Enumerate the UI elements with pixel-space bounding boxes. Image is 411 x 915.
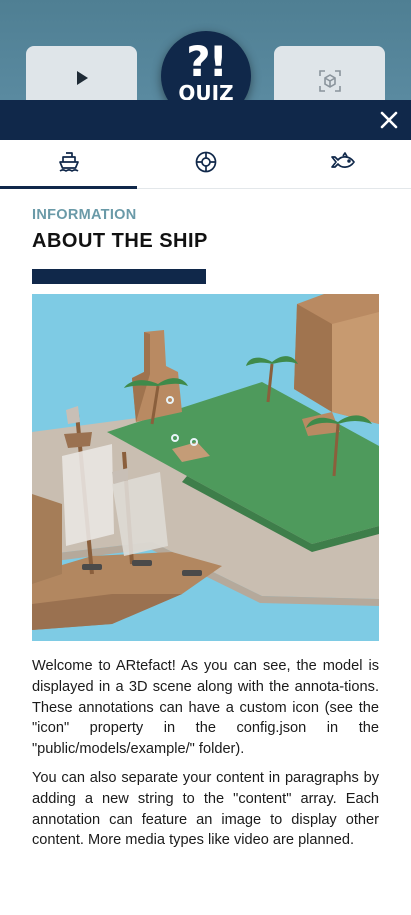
- close-icon: [377, 111, 401, 136]
- play-icon: [76, 70, 88, 89]
- ship-icon: [57, 150, 81, 178]
- tab-fish[interactable]: [274, 140, 411, 188]
- ar-cube-icon: [318, 70, 341, 96]
- lifebuoy-icon: [194, 150, 218, 178]
- tab-ship[interactable]: [0, 140, 137, 189]
- panel-header: [0, 100, 411, 140]
- panel-content: INFORMATION ABOUT THE SHIP Welcome to AR…: [0, 189, 411, 851]
- fish-icon: [330, 150, 356, 178]
- close-button[interactable]: [377, 108, 401, 132]
- paragraph-1: Welcome to ARtefact! As you can see, the…: [32, 658, 379, 758]
- quiz-symbol: ?!: [186, 37, 228, 86]
- section-eyebrow: INFORMATION: [32, 207, 137, 223]
- info-panel: INFORMATION ABOUT THE SHIP Welcome to AR…: [0, 100, 411, 915]
- ship-scene-image: [32, 294, 379, 641]
- tab-bar: [0, 140, 411, 189]
- paragraph-2: You can also separate your content in pa…: [32, 769, 379, 849]
- page-title: ABOUT THE SHIP: [32, 230, 208, 252]
- title-accent-bar: [32, 269, 206, 284]
- tab-lifebuoy[interactable]: [137, 140, 274, 188]
